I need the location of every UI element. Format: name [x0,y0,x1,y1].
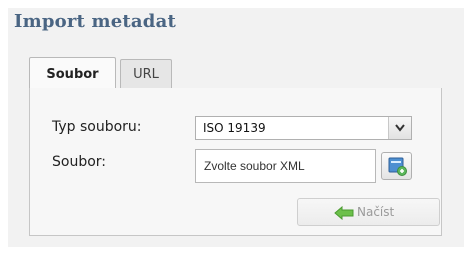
file-input[interactable]: Zvolte soubor XML [195,149,376,183]
panel-title: Import metadat [14,11,176,32]
chevron-down-icon[interactable] [388,117,411,139]
arrow-left-icon [334,206,354,220]
browse-button[interactable] [381,152,412,180]
load-button[interactable]: Načíst [297,198,440,226]
tab-soubor[interactable]: Soubor [29,57,116,88]
load-button-label: Načíst [357,205,395,219]
file-type-value: ISO 19139 [203,121,266,135]
file-type-select[interactable]: ISO 19139 [195,116,412,140]
file-type-label: Typ souboru: [52,119,142,135]
file-label: Soubor: [52,154,107,170]
tab-url[interactable]: URL [120,59,172,88]
browse-file-icon [388,157,407,176]
